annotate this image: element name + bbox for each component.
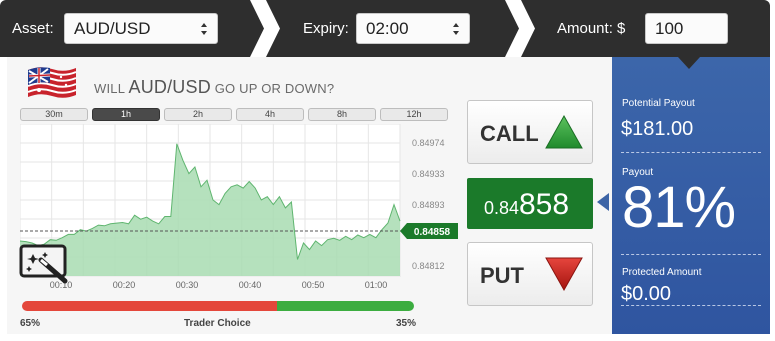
trader-choice-put-fill [22, 301, 277, 311]
price-prefix: 0.84 [484, 198, 520, 218]
trader-choice-call-fill [276, 301, 414, 311]
australia-flag-icon [27, 67, 77, 98]
y-tick-label: 0.84974 [412, 138, 445, 148]
divider [621, 254, 761, 255]
timeframe-4h-button[interactable]: 4h [236, 108, 304, 121]
call-button-label: CALL [480, 121, 539, 146]
expiry-select-value: 02:00 [366, 19, 409, 38]
x-tick-label: 00:40 [239, 280, 262, 289]
amount-input-value: 100 [655, 19, 684, 38]
question-pair: AUD/USD [128, 77, 211, 97]
y-tick-label: 0.84933 [412, 169, 445, 179]
timeframe-2h-button[interactable]: 2h [164, 108, 232, 121]
trader-choice-put-percent: 65% [20, 318, 41, 329]
put-button-label: PUT [480, 263, 524, 288]
asset-select[interactable]: AUD/USD [64, 13, 218, 44]
divider [621, 305, 761, 306]
put-button[interactable]: PUT [467, 242, 593, 306]
divider [621, 152, 761, 153]
select-arrows-icon [201, 23, 207, 35]
x-tick-label: 01:00 [365, 280, 388, 289]
amount-label: Amount: $ [557, 20, 626, 37]
potential-payout-label: Potential Payout [622, 98, 695, 109]
separator-chevron [250, 0, 280, 57]
timeframe-1h-button[interactable]: 1h [92, 108, 160, 121]
x-tick-label: 00:20 [113, 280, 136, 289]
price-suffix: 858 [519, 188, 570, 221]
down-arrow-icon [545, 257, 583, 291]
payout-percent: 81% [622, 175, 736, 240]
amount-input[interactable]: 100 [645, 13, 728, 44]
protected-amount-value: $0.00 [621, 283, 672, 305]
y-tick-label: 0.84812 [412, 261, 445, 271]
question-prefix: WILL [94, 81, 129, 96]
x-tick-label: 00:30 [176, 280, 199, 289]
price-chart: 0.849740.849330.848930.848530.84812 00:1… [20, 124, 458, 289]
y-tick-label: 0.84893 [412, 200, 445, 210]
x-tick-label: 00:50 [302, 280, 325, 289]
expiry-select[interactable]: 02:00 [356, 13, 470, 44]
magic-wand-icon[interactable] [19, 244, 71, 284]
select-arrows-icon [453, 23, 459, 35]
call-button[interactable]: CALL [467, 100, 593, 164]
separator-chevron [505, 0, 535, 57]
asset-label: Asset: [12, 20, 54, 37]
timeframe-30m-button[interactable]: 30m [20, 108, 88, 121]
trade-question: WILL AUD/USD GO UP OR DOWN? [94, 77, 334, 98]
amount-notch [678, 57, 700, 69]
trader-choice-call-percent: 35% [396, 318, 417, 329]
current-price-box: 0.84 858 [467, 178, 593, 229]
question-suffix: GO UP OR DOWN? [210, 81, 335, 96]
expiry-label: Expiry: [303, 20, 349, 37]
timeframe-12h-button[interactable]: 12h [380, 108, 448, 121]
current-value-label: 0.84858 [414, 227, 451, 238]
potential-payout-value: $181.00 [621, 118, 694, 140]
trader-choice-bar [22, 301, 414, 311]
asset-select-value: AUD/USD [74, 19, 151, 38]
up-arrow-icon [545, 115, 583, 149]
trader-choice-label: Trader Choice [184, 318, 251, 329]
protected-amount-label: Protected Amount [622, 267, 702, 278]
price-pointer [597, 193, 609, 211]
timeframe-8h-button[interactable]: 8h [308, 108, 376, 121]
